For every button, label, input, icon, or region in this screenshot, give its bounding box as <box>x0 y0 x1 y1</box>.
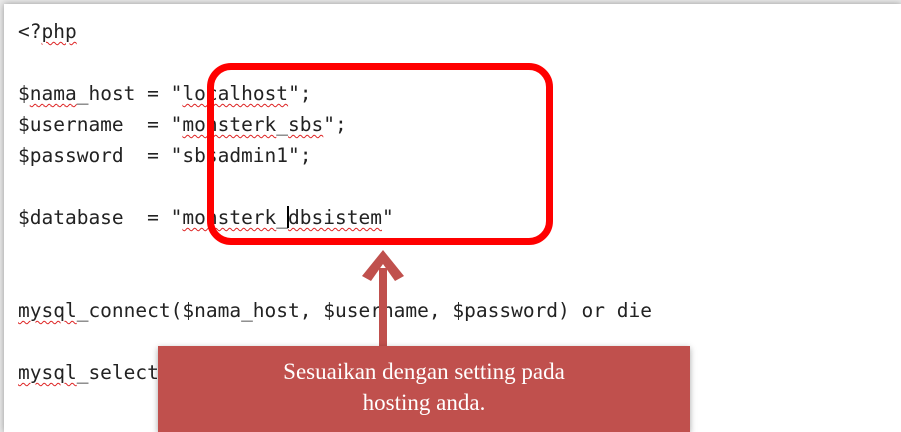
code-line: <?php <box>18 20 77 43</box>
callout-text-line2: hosting anda. <box>362 390 486 415</box>
code-line: mysql_connect($nama_host, $username, $pa… <box>18 299 652 322</box>
callout-text-line1: Sesuaikan dengan setting pada <box>283 359 565 384</box>
highlight-box <box>207 63 553 245</box>
callout-box: Sesuaikan dengan setting pada hosting an… <box>158 346 690 432</box>
up-arrow-icon <box>360 250 406 354</box>
